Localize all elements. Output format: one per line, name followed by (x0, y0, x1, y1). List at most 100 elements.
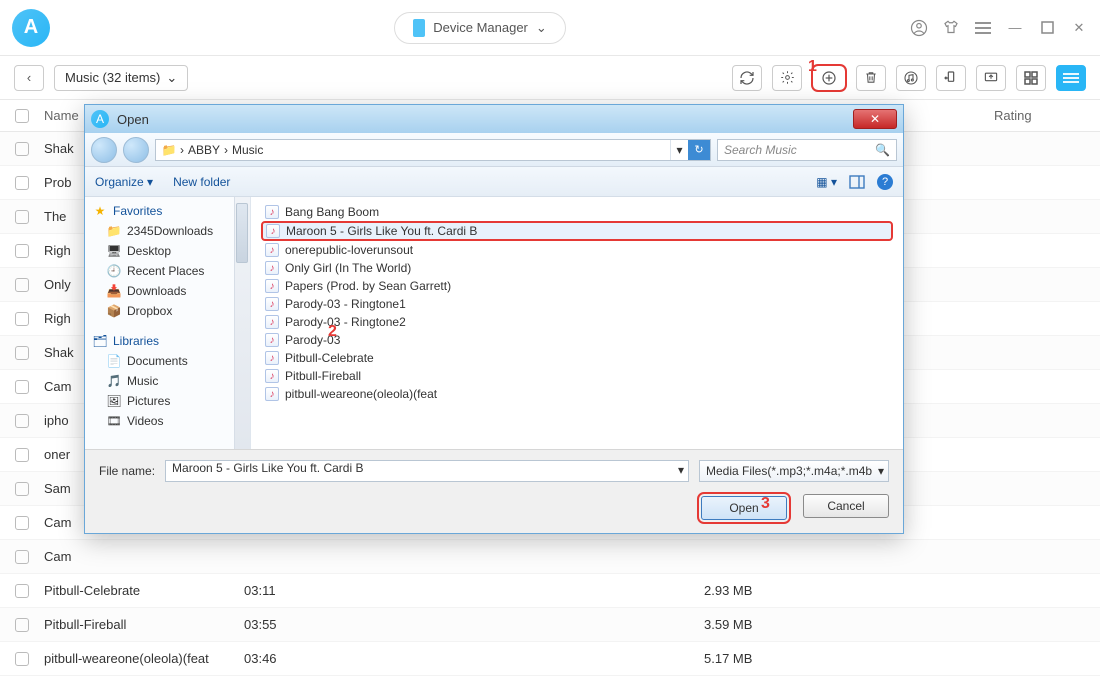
row-checkbox[interactable] (15, 550, 29, 564)
device-manager-dropdown[interactable]: Device Manager ⌄ (394, 12, 566, 44)
file-list[interactable]: ♪Bang Bang Boom♪Maroon 5 - Girls Like Yo… (251, 197, 903, 449)
row-checkbox[interactable] (15, 652, 29, 666)
row-checkbox[interactable] (15, 448, 29, 462)
file-item[interactable]: ♪Parody-03 (261, 331, 893, 349)
row-checkbox[interactable] (15, 210, 29, 224)
crumb-dropdown-icon[interactable]: ▾ (670, 140, 688, 160)
library-icon: 🎞 (107, 414, 121, 428)
menu-icon[interactable] (974, 19, 992, 37)
delete-button[interactable] (856, 65, 886, 91)
new-folder-button[interactable]: New folder (173, 175, 230, 189)
table-row[interactable]: Pitbull-Celebrate 03:11 2.93 MB (0, 574, 1100, 608)
music-file-icon: ♪ (265, 351, 279, 365)
help-icon[interactable]: ? (877, 174, 893, 190)
filename-input[interactable]: Maroon 5 - Girls Like You ft. Cardi B ▾ (165, 460, 689, 482)
tshirt-icon[interactable] (942, 19, 960, 37)
row-checkbox[interactable] (15, 176, 29, 190)
file-item[interactable]: ♪Maroon 5 - Girls Like You ft. Cardi B (261, 221, 893, 241)
folder-tree[interactable]: ★Favorites 📁2345Downloads🖥Desktop🕘Recent… (85, 197, 251, 449)
minimize-icon[interactable]: — (1006, 19, 1024, 37)
cell-time: 03:46 (244, 651, 354, 666)
folder-icon: 📁 (162, 143, 176, 157)
search-input[interactable]: Search Music 🔍 (717, 139, 897, 161)
file-item[interactable]: ♪pitbull-weareone(oleola)(feat (261, 385, 893, 403)
dialog-close-button[interactable]: ✕ (853, 109, 897, 129)
settings-button[interactable] (772, 65, 802, 91)
open-button[interactable]: Open (701, 496, 787, 520)
cancel-button[interactable]: Cancel (803, 494, 889, 518)
row-checkbox[interactable] (15, 278, 29, 292)
add-button[interactable] (812, 65, 846, 91)
file-open-dialog: A Open ✕ 📁 › ABBY › Music ▾ ↻ Search Mus… (84, 104, 904, 534)
row-checkbox[interactable] (15, 414, 29, 428)
tree-item[interactable]: 📥Downloads (85, 281, 250, 301)
chevron-down-icon: ⌄ (166, 70, 177, 86)
view-options-button[interactable]: ▦ ▾ (816, 175, 837, 189)
file-item[interactable]: ♪Only Girl (In The World) (261, 259, 893, 277)
account-icon[interactable] (910, 19, 928, 37)
table-row[interactable]: Pitbull-Fireball 03:55 3.59 MB (0, 608, 1100, 642)
row-checkbox[interactable] (15, 244, 29, 258)
table-row[interactable]: pitbull-weareone(oleola)(feat 03:46 5.17… (0, 642, 1100, 676)
tree-item[interactable]: 🖥Desktop (85, 241, 250, 261)
tree-item[interactable]: 🎵Music (85, 371, 250, 391)
file-item[interactable]: ♪Pitbull-Celebrate (261, 349, 893, 367)
file-item[interactable]: ♪Parody-03 - Ringtone1 (261, 295, 893, 313)
row-checkbox[interactable] (15, 482, 29, 496)
cell-size: 2.93 MB (704, 583, 834, 598)
tree-scrollbar[interactable] (234, 197, 250, 449)
to-pc-button[interactable] (976, 65, 1006, 91)
file-item[interactable]: ♪Papers (Prod. by Sean Garrett) (261, 277, 893, 295)
row-checkbox[interactable] (15, 142, 29, 156)
row-checkbox[interactable] (15, 346, 29, 360)
file-item[interactable]: ♪Parody-03 - Ringtone2 (261, 313, 893, 331)
organize-menu[interactable]: Organize ▾ (95, 175, 153, 189)
back-button[interactable]: ‹ (14, 65, 44, 91)
row-checkbox[interactable] (15, 312, 29, 326)
select-all-checkbox[interactable] (15, 109, 29, 123)
row-checkbox[interactable] (15, 516, 29, 530)
marker-3: 3 (761, 495, 770, 513)
grid-view-button[interactable] (1016, 65, 1046, 91)
tree-item[interactable]: 🖼Pictures (85, 391, 250, 411)
file-item[interactable]: ♪Bang Bang Boom (261, 203, 893, 221)
file-item[interactable]: ♪Pitbull-Fireball (261, 367, 893, 385)
crumb-refresh-button[interactable]: ↻ (688, 140, 710, 160)
list-view-button[interactable] (1056, 65, 1086, 91)
tree-item[interactable]: 🕘Recent Places (85, 261, 250, 281)
toolbar: ‹ Music (32 items) ⌄ (0, 56, 1100, 100)
cell-name: pitbull-weareone(oleola)(feat (44, 651, 244, 666)
nav-forward-button[interactable] (123, 137, 149, 163)
filetype-value: Media Files(*.mp3;*.m4a;*.m4b (706, 464, 872, 478)
nav-back-button[interactable] (91, 137, 117, 163)
refresh-button[interactable] (732, 65, 762, 91)
dialog-titlebar[interactable]: A Open ✕ (85, 105, 903, 133)
libraries-icon: 🗂 (93, 334, 107, 348)
tree-item[interactable]: 📁2345Downloads (85, 221, 250, 241)
file-item[interactable]: ♪onerepublic-loverunsout (261, 241, 893, 259)
folder-icon: 📦 (107, 304, 121, 318)
filename-dropdown-icon[interactable]: ▾ (678, 463, 684, 477)
cell-size: 5.17 MB (704, 651, 834, 666)
breadcrumb[interactable]: 📁 › ABBY › Music ▾ ↻ (155, 139, 711, 161)
device-label: Device Manager (433, 20, 528, 35)
cell-size: 3.59 MB (704, 617, 834, 632)
preview-pane-button[interactable] (849, 175, 865, 189)
table-row[interactable]: Cam (0, 540, 1100, 574)
to-itunes-button[interactable] (896, 65, 926, 91)
music-file-icon: ♪ (266, 224, 280, 238)
to-device-button[interactable] (936, 65, 966, 91)
tree-item[interactable]: 📦Dropbox (85, 301, 250, 321)
app-logo: A (12, 9, 50, 47)
filetype-select[interactable]: Media Files(*.mp3;*.m4a;*.m4b ▾ (699, 460, 889, 482)
maximize-icon[interactable] (1038, 19, 1056, 37)
row-checkbox[interactable] (15, 380, 29, 394)
music-file-icon: ♪ (265, 297, 279, 311)
tree-item[interactable]: 🎞Videos (85, 411, 250, 431)
category-dropdown[interactable]: Music (32 items) ⌄ (54, 65, 188, 91)
tree-item[interactable]: 📄Documents (85, 351, 250, 371)
row-checkbox[interactable] (15, 584, 29, 598)
row-checkbox[interactable] (15, 618, 29, 632)
close-icon[interactable]: ✕ (1070, 19, 1088, 37)
col-rating[interactable]: Rating (994, 108, 1100, 123)
